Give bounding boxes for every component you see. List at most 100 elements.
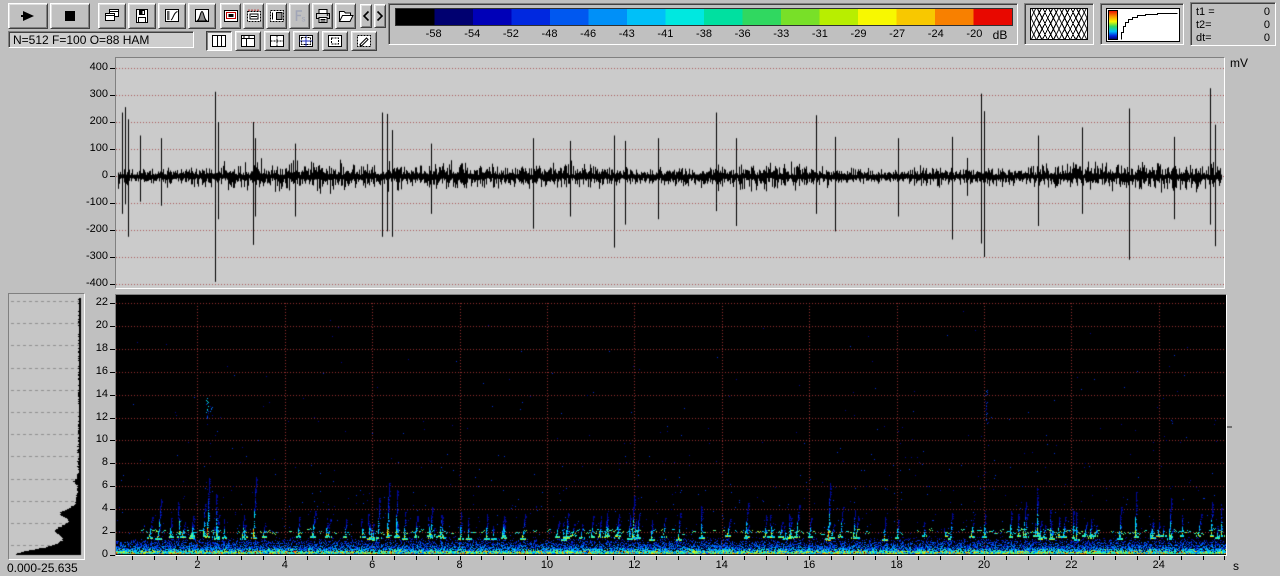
- readout-label: t1 =: [1196, 6, 1215, 18]
- colorbar-tick-label: -27: [889, 28, 906, 40]
- axis-tick-label: -300: [85, 250, 108, 262]
- window-overlap-panel[interactable]: [1024, 3, 1094, 45]
- colorbar-tick-label: -58: [425, 28, 442, 40]
- colorbar-tick-label: -31: [811, 28, 828, 40]
- time-tick-label: 4: [281, 559, 288, 571]
- layout-edit-button[interactable]: [351, 31, 377, 51]
- readout-row: t2= 0: [1196, 19, 1270, 32]
- readout-label: dt=: [1196, 32, 1212, 44]
- print-button[interactable]: [312, 3, 333, 29]
- layout-quad-button[interactable]: [264, 31, 290, 51]
- axis-tick: [110, 230, 115, 231]
- axis-tick: [263, 556, 264, 560]
- colorbar-tick-label: -29: [850, 28, 867, 40]
- window-function-icon: [194, 8, 210, 24]
- axis-tick: [219, 556, 220, 560]
- axis-tick: [372, 556, 373, 560]
- readout-label: t2=: [1196, 19, 1212, 31]
- average-spectrum-canvas[interactable]: [9, 294, 84, 559]
- toolbar-row-2: N=512 F=100 O=88 HAM: [8, 31, 377, 51]
- dashed-frame-icon: [246, 8, 262, 24]
- readout-row: dt= 0: [1196, 32, 1270, 45]
- window-overlap-icon: [1030, 8, 1088, 40]
- axis-tick: [897, 556, 898, 560]
- sampling-frequency-button[interactable]: s: [289, 3, 310, 29]
- layout-quad-icon: [269, 34, 285, 48]
- color-transfer-panel[interactable]: [1100, 3, 1184, 45]
- colorbar-unit-label: dB: [992, 28, 1008, 42]
- cascade-windows-button[interactable]: [98, 3, 126, 29]
- layout-inset-icon: [327, 34, 343, 48]
- axis-tick: [176, 556, 177, 560]
- axis-tick: [525, 556, 526, 560]
- spectrogram-canvas[interactable]: [116, 295, 1226, 555]
- zoom-frame-button[interactable]: [243, 3, 264, 29]
- axis-tick-label: -200: [85, 223, 108, 235]
- layout-edit-icon: [356, 34, 372, 48]
- cascade-windows-icon: [104, 8, 120, 24]
- axis-tick: [416, 556, 417, 560]
- axis-tick: [110, 532, 115, 533]
- layout-inset-button[interactable]: [322, 31, 348, 51]
- layout-top-strip-button[interactable]: [235, 31, 261, 51]
- axis-tick: [853, 556, 854, 560]
- colorbar-tick-label: -38: [696, 28, 712, 40]
- colorbar-tick-label: -43: [618, 28, 635, 40]
- axis-tick: [962, 556, 963, 560]
- axis-tick: [307, 556, 308, 560]
- colorbar-tick-label: -41: [657, 28, 674, 40]
- transfer-curve-button[interactable]: [158, 3, 186, 29]
- layout-quad-cursor-button[interactable]: [293, 31, 319, 51]
- spectrogram-plot[interactable]: [115, 294, 1227, 556]
- axis-tick: [656, 556, 657, 560]
- axis-tick: [1006, 556, 1007, 560]
- axis-tick: [481, 556, 482, 560]
- open-file-button[interactable]: [335, 3, 356, 29]
- axis-tick: [1203, 556, 1204, 560]
- average-spectrum-panel[interactable]: [8, 293, 85, 560]
- axis-tick: [591, 556, 592, 560]
- axis-tick: [1093, 556, 1094, 560]
- layout-quad-cursor-icon: [298, 34, 314, 48]
- axis-tick: [1137, 556, 1138, 560]
- waveform-unit-label: mV: [1230, 56, 1248, 70]
- axis-tick: [394, 556, 395, 560]
- axis-tick: [678, 556, 679, 560]
- readout-value: 0: [1263, 6, 1270, 18]
- axis-tick: [1050, 556, 1051, 560]
- svg-text:s: s: [301, 15, 305, 24]
- colorbar-tick-label: -46: [580, 28, 597, 40]
- time-tick-label: 2: [194, 559, 201, 571]
- waveform-plot[interactable]: [115, 57, 1225, 289]
- db-colorbar-panel: -58 -54 -52 -48 -46 -43 -41 -38 -36 -33 -31 -29 -27 -…: [388, 3, 1018, 45]
- axis-tick: [460, 556, 461, 560]
- display-frame-button[interactable]: [220, 3, 241, 29]
- readout-value: 0: [1263, 32, 1270, 44]
- time-unit-label: s: [1233, 559, 1239, 573]
- toolbar-row-1: s: [8, 3, 386, 29]
- axis-tick: [110, 509, 115, 510]
- axis-tick-label: 100: [89, 142, 108, 154]
- colorbar-tick-label: -36: [734, 28, 751, 40]
- axis-tick: [110, 284, 115, 285]
- stop-button[interactable]: [50, 3, 90, 29]
- axis-tick: [569, 556, 570, 560]
- save-button[interactable]: [128, 3, 156, 29]
- waveform-canvas[interactable]: [116, 58, 1224, 288]
- axis-tick: [875, 556, 876, 560]
- layout-columns-button[interactable]: [206, 31, 232, 51]
- shaded-frame-button[interactable]: [266, 3, 287, 29]
- play-button[interactable]: [8, 3, 48, 29]
- cursor-readout-panel: t1 = 0 t2= 0 dt= 0: [1190, 2, 1276, 46]
- window-function-button[interactable]: [188, 3, 216, 29]
- chevron-right-icon: [375, 8, 385, 24]
- axis-tick: [110, 176, 115, 177]
- axis-tick: [110, 486, 115, 487]
- time-tick-label: 24: [1152, 559, 1165, 571]
- axis-tick: [809, 556, 810, 560]
- axis-tick: [722, 556, 723, 560]
- axis-tick: [744, 556, 745, 560]
- axis-tick: [1159, 556, 1160, 560]
- scroll-left-button[interactable]: [360, 4, 372, 28]
- scroll-right-button[interactable]: [374, 4, 386, 28]
